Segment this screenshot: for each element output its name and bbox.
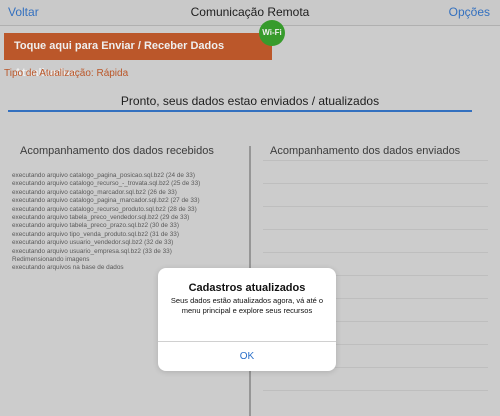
alert-dialog: Cadastros atualizados Seus dados estão a…	[158, 268, 336, 371]
alert-title: Cadastros atualizados	[188, 282, 306, 294]
alert-message: Seus dados estão atualizados agora, vá a…	[170, 296, 324, 315]
ok-button[interactable]: OK	[158, 342, 336, 371]
